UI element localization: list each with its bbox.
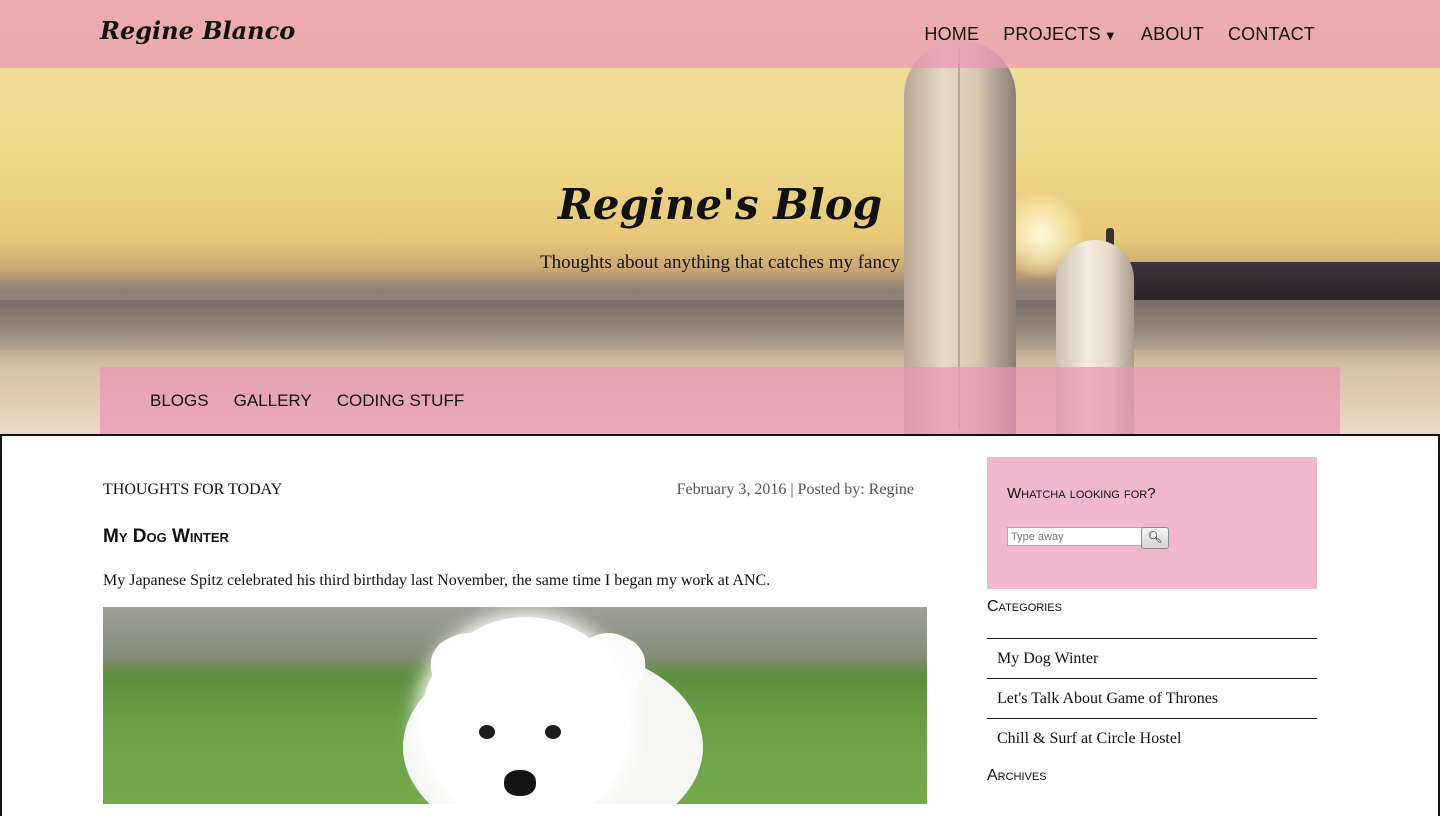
nav-about[interactable]: ABOUT (1141, 24, 1204, 45)
nav-projects-label: PROJECTS (1003, 24, 1101, 44)
categories-heading: Categories (987, 598, 1062, 615)
dog-nose (504, 770, 536, 796)
nav-contact[interactable]: CONTACT (1228, 24, 1315, 45)
category-item[interactable]: My Dog Winter (987, 638, 1317, 678)
nav-projects[interactable]: PROJECTS ▼ (1003, 24, 1117, 45)
category-item[interactable]: Chill & Surf at Circle Hostel (987, 718, 1317, 758)
subnav-blogs[interactable]: BLOGS (150, 391, 209, 411)
post-body: My Japanese Spitz celebrated his third b… (103, 572, 771, 589)
dog-left-eye (479, 725, 495, 739)
caret-down-icon: ▼ (1103, 28, 1117, 43)
post-category: THOUGHTS FOR TODAY (103, 481, 283, 498)
post-meta: February 3, 2016 | Posted by: Regine (676, 481, 914, 498)
search-heading: Whatcha looking for? (1007, 485, 1156, 502)
secondary-nav-items: BLOGS GALLERY CODING STUFF (150, 391, 464, 411)
main-nav: HOME PROJECTS ▼ ABOUT CONTACT (924, 24, 1315, 45)
search-icon: 🔍︎ (1147, 530, 1163, 544)
category-item[interactable]: Let's Talk About Game of Thrones (987, 678, 1317, 718)
blog-title: Regine's Blog (557, 180, 883, 229)
blog-subtitle: Thoughts about anything that catches my … (540, 252, 900, 273)
top-navbar: Regine Blanco HOME PROJECTS ▼ ABOUT CONTA… (0, 0, 1440, 68)
subnav-gallery[interactable]: GALLERY (234, 391, 312, 411)
nav-home[interactable]: HOME (924, 24, 979, 45)
secondary-nav: BLOGS GALLERY CODING STUFF (100, 367, 1340, 434)
dog-right-eye (545, 725, 561, 739)
search-button[interactable]: 🔍︎ (1141, 527, 1169, 549)
search-widget: Whatcha looking for? 🔍︎ (987, 457, 1317, 589)
post-photo-dog (103, 607, 927, 804)
sea-band (0, 300, 1440, 350)
subnav-coding-stuff[interactable]: CODING STUFF (337, 391, 465, 411)
post-title[interactable]: My Dog Winter (103, 526, 229, 548)
archives-heading: Archives (987, 767, 1047, 784)
search-input[interactable] (1007, 527, 1143, 546)
categories-list: My Dog Winter Let's Talk About Game of T… (987, 638, 1317, 758)
brand-logo[interactable]: Regine Blanco (100, 16, 295, 45)
